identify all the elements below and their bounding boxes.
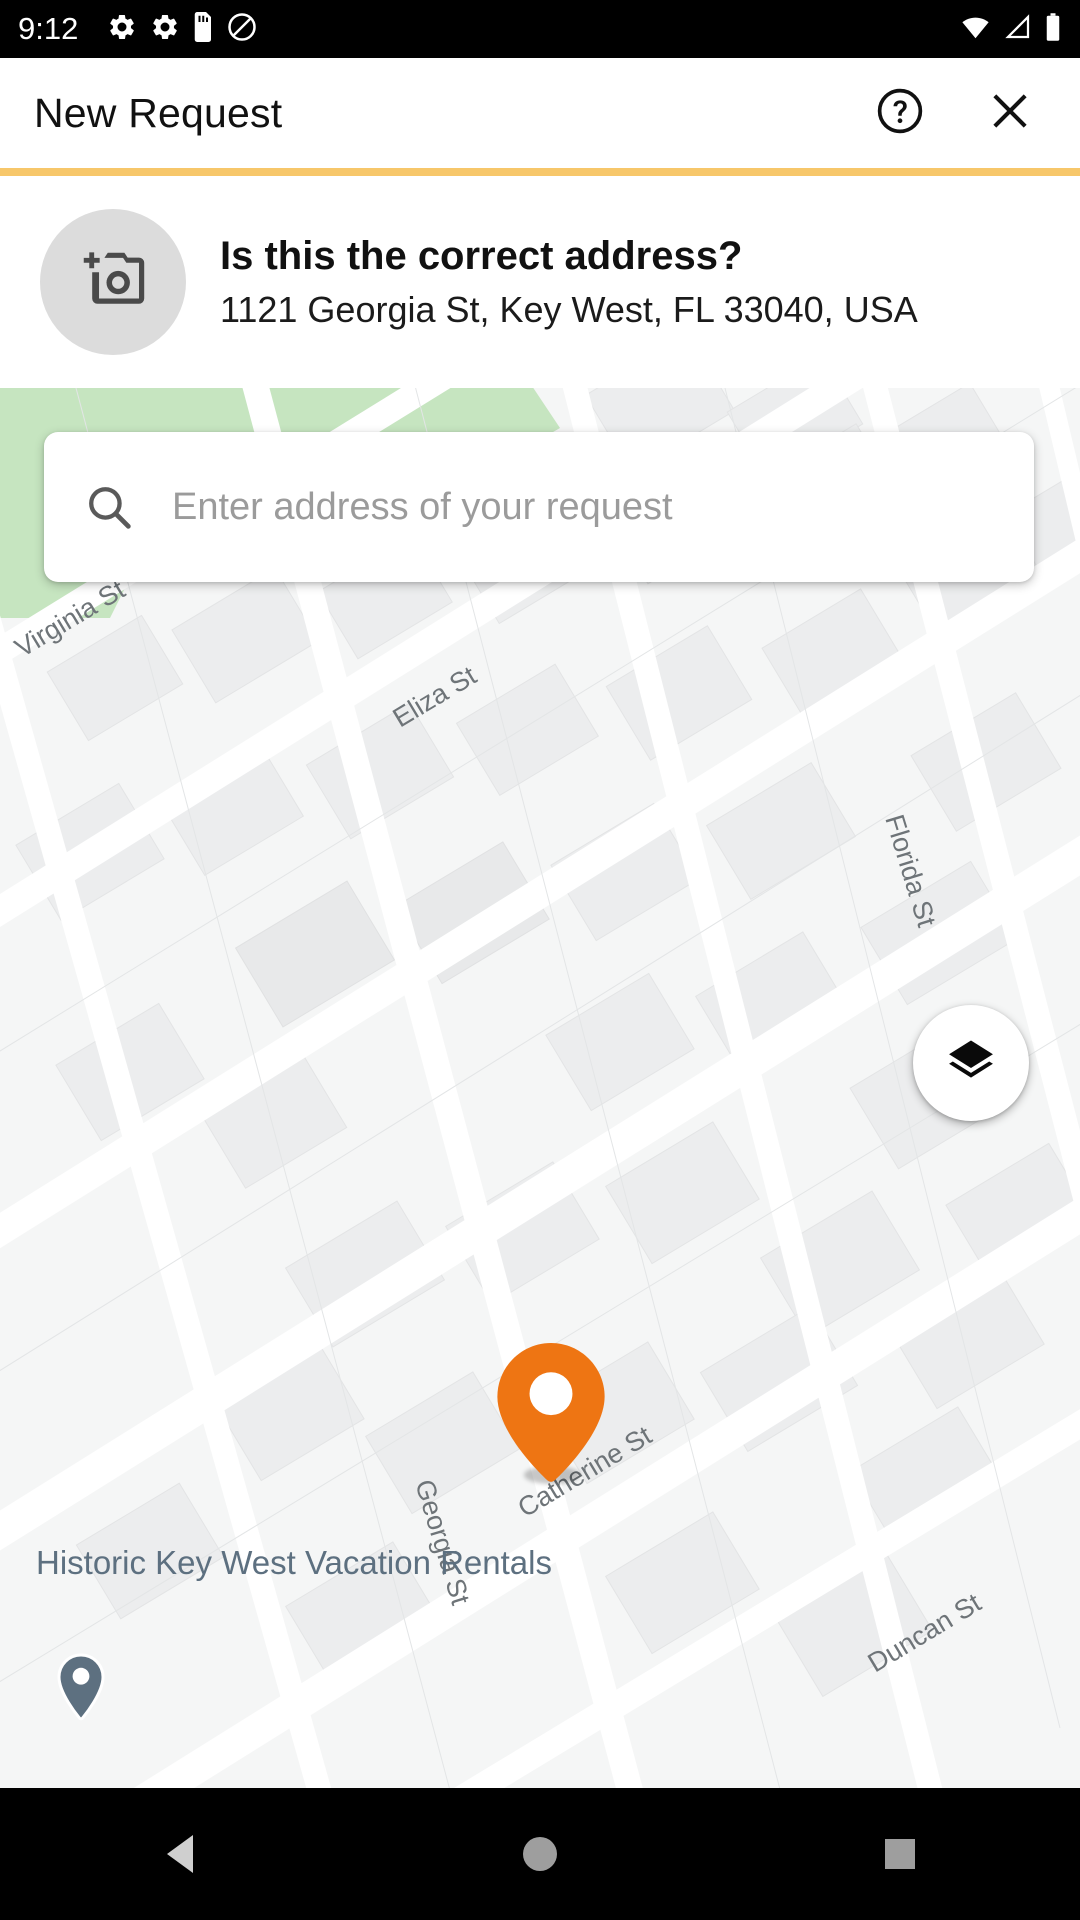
address-search-card[interactable]: Enter address of your request xyxy=(44,432,1034,582)
address-value: 1121 Georgia St, Key West, FL 33040, USA xyxy=(220,289,918,331)
add-photo-camera-icon xyxy=(74,241,152,324)
address-text-block: Is this the correct address? 1121 Georgi… xyxy=(220,233,918,330)
step-progress-bar xyxy=(0,168,1080,176)
settings-gear-icon xyxy=(150,12,180,47)
search-magnifier-icon xyxy=(82,480,140,534)
map-layers-icon xyxy=(943,1033,999,1094)
status-bar-left: 9:12 xyxy=(18,11,959,47)
android-nav-bar xyxy=(0,1788,1080,1920)
nav-recents-button[interactable] xyxy=(845,1799,955,1909)
page-title: New Request xyxy=(34,89,283,136)
recents-square-icon xyxy=(885,1839,915,1869)
status-bar-right xyxy=(959,12,1062,47)
status-bar: 9:12 xyxy=(0,0,1080,58)
confirm-question: Is this the correct address? xyxy=(220,234,743,279)
search-input[interactable]: Enter address of your request xyxy=(172,486,673,529)
add-photo-button[interactable] xyxy=(40,209,186,355)
close-button[interactable] xyxy=(974,77,1046,149)
back-triangle-icon xyxy=(167,1835,193,1873)
nav-home-button[interactable] xyxy=(485,1799,595,1909)
app-bar: New Request xyxy=(0,58,1080,168)
help-button[interactable] xyxy=(864,77,936,149)
generic-place-pin xyxy=(55,1653,107,1726)
battery-icon xyxy=(1044,12,1062,47)
center-location-marker xyxy=(497,1343,605,1488)
settings-gear-icon xyxy=(107,12,137,47)
status-bar-clock: 9:12 xyxy=(18,11,79,46)
sd-card-icon xyxy=(193,11,214,47)
close-x-icon xyxy=(984,85,1036,142)
address-confirm-header: Is this the correct address? 1121 Georgi… xyxy=(0,176,1080,388)
do-not-disturb-icon xyxy=(227,12,257,47)
nav-back-button[interactable] xyxy=(125,1799,235,1909)
home-circle-icon xyxy=(523,1837,557,1871)
map-view[interactable]: .rd { stroke:#ffffff; stroke-linecap:but… xyxy=(0,388,1080,1788)
map-layers-button[interactable] xyxy=(913,1005,1029,1121)
cellular-signal-icon xyxy=(1003,12,1033,47)
wifi-icon xyxy=(959,12,992,47)
help-circle-icon xyxy=(874,85,926,142)
app-screen: 9:12 New Request Is this the correct add… xyxy=(0,0,1080,1920)
